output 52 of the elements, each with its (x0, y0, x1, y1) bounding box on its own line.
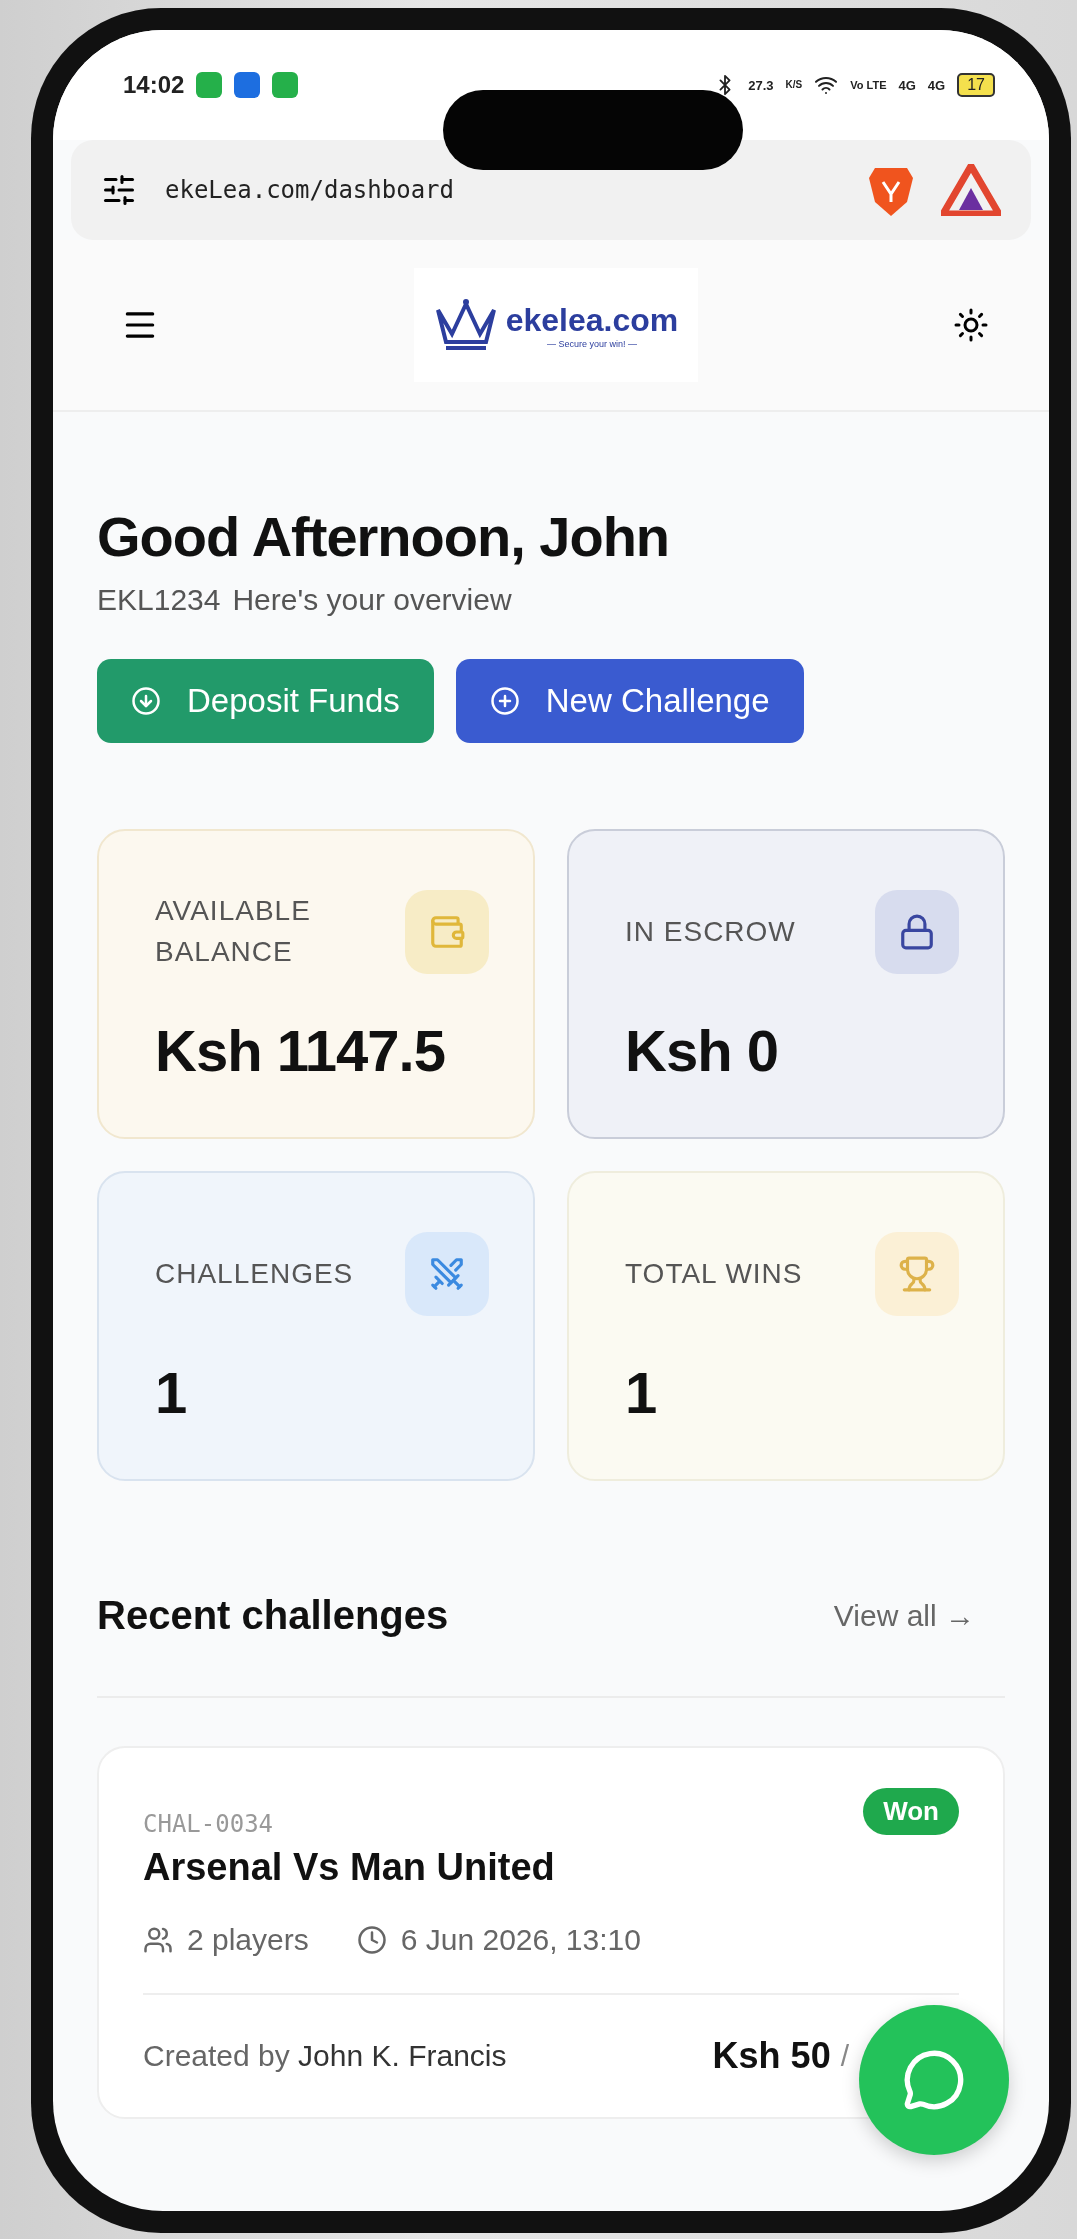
challenge-card[interactable]: CHAL-0034 Won Arsenal Vs Man United 2 players 6 Jun 2026, 13:10 Created by John K. Francis Ksh 50 / (97, 1746, 1005, 2119)
stat-label: AVAILABLE BALANCE (155, 894, 312, 969)
social-app-icon (234, 72, 261, 98)
chat-bubble-icon (902, 2048, 966, 2112)
user-id: EKL1234 (97, 583, 221, 617)
clock-time: 14:02 (123, 73, 185, 97)
stat-value: Ksh 1147.5 (155, 1017, 446, 1084)
logo-text: ekelea.com (505, 301, 679, 339)
speed-unit: K/S (785, 80, 803, 90)
url-text: ekeLea.com/dashboard (165, 176, 455, 204)
challenge-title: Arsenal Vs Man United (143, 1846, 556, 1889)
players-count: 2 players (187, 1923, 309, 1957)
challenge-code: CHAL-0034 (143, 1810, 274, 1838)
site-settings-icon[interactable] (101, 172, 137, 208)
stat-label: IN ESCROW (625, 914, 797, 949)
plus-circle-icon (489, 686, 520, 716)
volte-label: Vo LTE (850, 79, 887, 91)
chat-app-icon (196, 72, 223, 98)
stat-value: 1 (155, 1359, 188, 1426)
clock-icon (356, 1925, 387, 1955)
signal-label: 4G (898, 78, 916, 92)
people-icon (143, 1925, 173, 1955)
section-title: Recent challenges (97, 1593, 449, 1638)
theme-toggle-icon[interactable] (953, 307, 989, 343)
greeting-subtitle: Here's your overview (232, 583, 512, 617)
wallet-icon (405, 890, 489, 974)
challenge-date: 6 Jun 2026, 13:10 (400, 1923, 641, 1957)
stat-label: TOTAL WINS (625, 1256, 804, 1291)
triangle-logo-icon[interactable] (941, 164, 1001, 216)
address-bar[interactable]: ekeLea.com/dashboard (71, 140, 1031, 240)
site-logo[interactable]: ekelea.com — Secure your win! — (413, 268, 699, 382)
creator-text: Created by John K. Francis (143, 2039, 507, 2073)
logo-tagline: — Secure your win! — (547, 338, 637, 349)
battery-level: 17 (957, 73, 995, 97)
crossed-swords-icon (405, 1232, 489, 1316)
padlock-icon (875, 890, 959, 974)
trophy-icon (875, 1232, 959, 1316)
stake-suffix: / (840, 2039, 849, 2073)
crown-logo-icon (433, 298, 498, 352)
stake-amount: Ksh 50 (712, 2035, 831, 2077)
signal-label: 4G (927, 78, 946, 92)
chat-app-icon (272, 72, 299, 98)
greeting-title: Good Afternoon, John (97, 504, 671, 569)
deposit-button[interactable]: Deposit Funds (97, 659, 434, 743)
stat-value: 1 (625, 1359, 658, 1426)
network-speed: 27.3 (748, 78, 774, 92)
status-badge: Won (863, 1788, 959, 1835)
download-circle-icon (131, 686, 161, 716)
new-challenge-button[interactable]: New Challenge (455, 659, 804, 743)
stat-value: Ksh 0 (625, 1017, 779, 1084)
view-all-link[interactable]: View all → (833, 1598, 975, 1633)
stat-label: CHALLENGES (155, 1256, 355, 1291)
